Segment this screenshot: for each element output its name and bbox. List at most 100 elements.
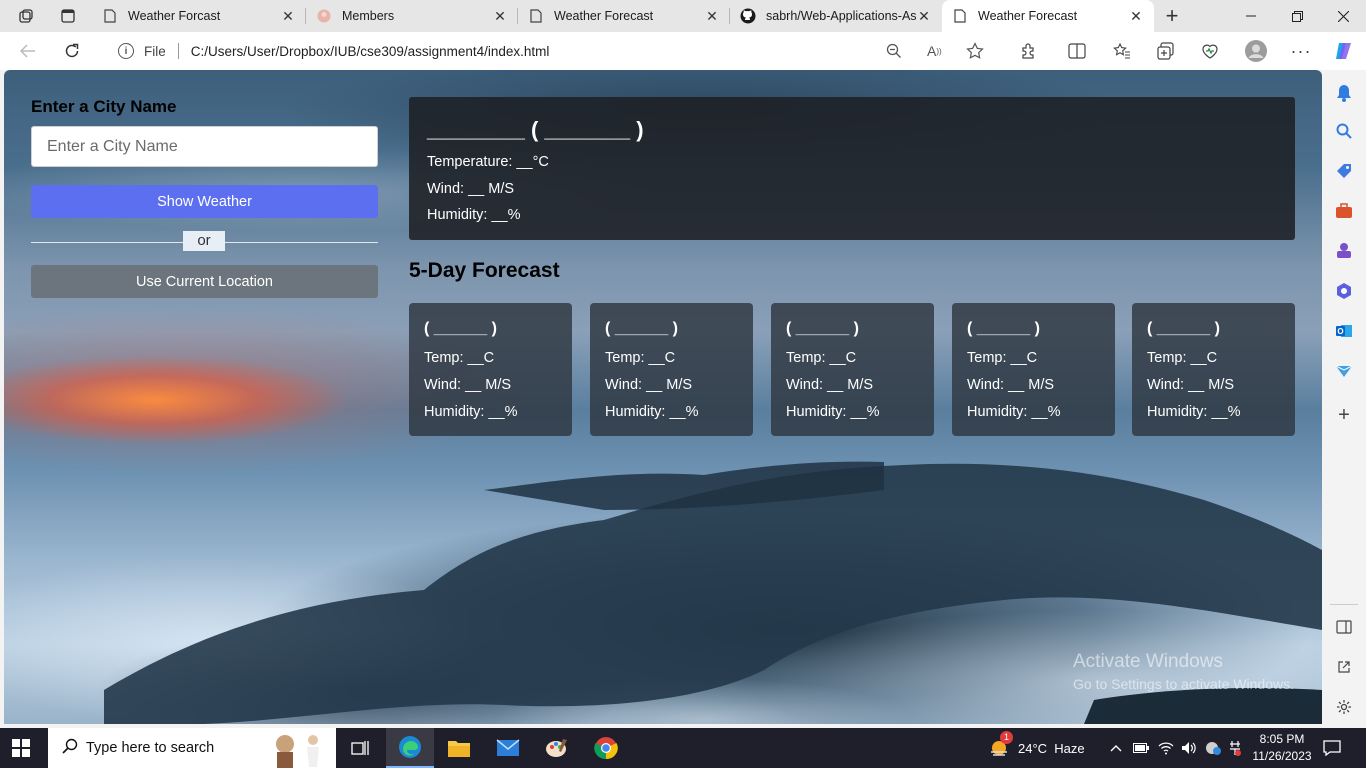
forecast-humidity: Humidity: __%: [605, 404, 699, 420]
file-label: File: [144, 43, 166, 59]
site-info-icon[interactable]: i: [118, 43, 134, 59]
browser-toolbar: i File C:/Users/User/Dropbox/IUB/cse309/…: [0, 32, 1366, 70]
weather-widget[interactable]: 1 24°C Haze: [988, 728, 1085, 768]
search-icon: [62, 738, 78, 758]
city-input[interactable]: [31, 126, 378, 167]
refresh-button[interactable]: [59, 39, 85, 63]
tab-github[interactable]: sabrh/Web-Applications-As ✕: [730, 0, 942, 32]
workspaces-icon[interactable]: [16, 6, 36, 26]
forecast-humidity: Humidity: __%: [1147, 404, 1241, 420]
favorite-star-icon[interactable]: [966, 36, 984, 66]
tab-weather-forcast[interactable]: Weather Forcast ✕: [92, 0, 306, 32]
close-tab-icon[interactable]: ✕: [492, 8, 508, 25]
close-tab-icon[interactable]: ✕: [280, 8, 296, 25]
tools-briefcase-icon[interactable]: [1333, 200, 1355, 222]
notification-center-icon[interactable]: [1322, 738, 1342, 758]
shopping-tag-icon[interactable]: [1333, 160, 1355, 182]
svg-text:O: O: [1337, 327, 1343, 336]
tab-weather-forecast[interactable]: Weather Forecast ✕: [518, 0, 730, 32]
forecast-heading: 5-Day Forecast: [409, 259, 560, 282]
close-window-button[interactable]: [1320, 0, 1366, 32]
tab-actions-icon[interactable]: [58, 6, 78, 26]
chrome-icon[interactable]: [582, 728, 630, 768]
wifi-icon[interactable]: [1158, 728, 1174, 768]
clock-time: 8:05 PM: [1259, 732, 1305, 746]
start-button[interactable]: [12, 739, 30, 757]
forecast-temp: Temp: __C: [967, 350, 1038, 366]
zoom-out-icon[interactable]: [886, 36, 902, 66]
microsoft-365-icon[interactable]: [1333, 280, 1355, 302]
edge-taskbar-icon[interactable]: [386, 728, 434, 768]
new-tab-button[interactable]: +: [1162, 3, 1182, 28]
minimize-button[interactable]: [1228, 0, 1274, 32]
forecast-humidity: Humidity: __%: [967, 404, 1061, 420]
address-bar[interactable]: i File C:/Users/User/Dropbox/IUB/cse309/…: [100, 36, 1000, 66]
add-sidebar-app-icon[interactable]: +: [1333, 404, 1355, 426]
taskbar-search[interactable]: Type here to search: [48, 728, 336, 768]
page-icon: [102, 8, 118, 24]
split-screen-icon[interactable]: [1064, 39, 1090, 63]
open-external-icon[interactable]: [1333, 656, 1355, 678]
show-hidden-icons[interactable]: [1110, 728, 1122, 768]
close-tab-icon[interactable]: ✕: [1128, 8, 1144, 25]
show-weather-button[interactable]: Show Weather: [31, 185, 378, 218]
read-aloud-icon[interactable]: A)): [927, 36, 942, 66]
forecast-card: ( ______ ) Temp: __C Wind: __ M/S Humidi…: [409, 303, 572, 436]
forecast-card: ( ______ ) Temp: __C Wind: __ M/S Humidi…: [1132, 303, 1295, 436]
forecast-humidity: Humidity: __%: [424, 404, 518, 420]
page-viewport: Enter a City Name Show Weather or Use Cu…: [4, 70, 1322, 724]
notifications-bell-icon[interactable]: [1333, 82, 1355, 104]
people-icon[interactable]: [1204, 728, 1222, 768]
forecast-temp: Temp: __C: [1147, 350, 1218, 366]
browser-essentials-icon[interactable]: [1197, 39, 1223, 63]
tab-title: Weather Forcast: [128, 9, 221, 23]
forecast-date: ( ______ ): [786, 320, 859, 337]
collections-icon[interactable]: [1153, 39, 1179, 63]
extensions-icon[interactable]: [1016, 39, 1042, 63]
current-weather-card: ________ ( _______ ) Temperature: __°C W…: [409, 97, 1295, 240]
profile-avatar[interactable]: [1243, 39, 1269, 63]
forecast-wind: Wind: __ M/S: [1147, 377, 1235, 393]
search-icon[interactable]: [1333, 120, 1355, 142]
hide-sidebar-icon[interactable]: [1333, 616, 1355, 638]
forecast-wind: Wind: __ M/S: [605, 377, 693, 393]
tab-weather-forecast-active[interactable]: Weather Forecast ✕: [942, 0, 1154, 32]
github-icon: [740, 8, 756, 24]
battery-icon[interactable]: [1133, 728, 1149, 768]
back-button[interactable]: [15, 39, 41, 63]
forecast-wind: Wind: __ M/S: [786, 377, 874, 393]
tab-members[interactable]: Members ✕: [306, 0, 518, 32]
more-menu-icon[interactable]: ···: [1288, 39, 1314, 63]
tab-strip: Weather Forcast ✕ Members ✕ Weather Fore…: [0, 0, 1366, 32]
forecast-date: ( ______ ): [1147, 320, 1220, 337]
paint-icon[interactable]: [533, 728, 581, 768]
current-city-date: ________ ( _______ ): [427, 117, 644, 142]
task-view-icon[interactable]: [336, 728, 384, 768]
watermark-title: Activate Windows: [1073, 651, 1223, 672]
favorites-icon[interactable]: [1109, 39, 1135, 63]
use-current-location-button[interactable]: Use Current Location: [31, 265, 378, 298]
forecast-date: ( ______ ): [424, 320, 497, 337]
forecast-temp: Temp: __C: [786, 350, 857, 366]
url-text[interactable]: C:/Users/User/Dropbox/IUB/cse309/assignm…: [191, 44, 550, 59]
forecast-date: ( ______ ): [605, 320, 678, 337]
mail-icon[interactable]: [484, 728, 532, 768]
file-explorer-icon[interactable]: [435, 728, 483, 768]
keyboard-language-icon[interactable]: [1228, 728, 1242, 768]
forecast-temp: Temp: __C: [424, 350, 495, 366]
games-icon[interactable]: [1333, 240, 1355, 262]
copilot-icon[interactable]: [1331, 39, 1357, 63]
weather-alert-badge: 1: [1000, 731, 1013, 744]
drop-send-icon[interactable]: [1333, 360, 1355, 382]
close-tab-icon[interactable]: ✕: [704, 8, 720, 25]
clock-date: 11/26/2023: [1252, 749, 1312, 763]
volume-icon[interactable]: [1181, 728, 1197, 768]
restore-button[interactable]: [1274, 0, 1320, 32]
tab-title: sabrh/Web-Applications-As: [766, 9, 916, 23]
settings-gear-icon[interactable]: [1333, 696, 1355, 718]
current-temperature: Temperature: __°C: [427, 154, 549, 170]
outlook-icon[interactable]: O: [1333, 320, 1355, 342]
close-tab-icon[interactable]: ✕: [916, 8, 932, 25]
windows-taskbar: Type here to search 1 24°C Haze 8:05 PM …: [0, 728, 1366, 768]
taskbar-clock[interactable]: 8:05 PM 11/26/2023: [1244, 731, 1320, 765]
